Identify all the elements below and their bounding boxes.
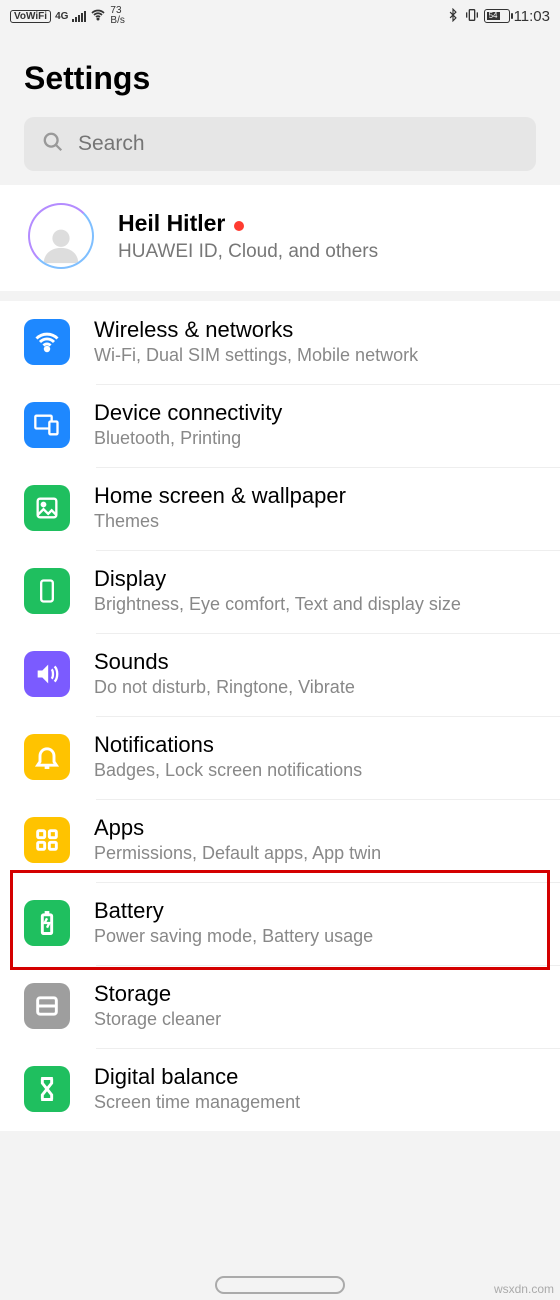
row-sub: Badges, Lock screen notifications xyxy=(94,760,540,781)
row-sub: Power saving mode, Battery usage xyxy=(94,926,540,947)
search-bar[interactable] xyxy=(24,117,536,171)
nav-pill-icon xyxy=(215,1276,345,1294)
row-sub: Themes xyxy=(94,511,540,532)
row-storage[interactable]: Storage Storage cleaner xyxy=(0,965,560,1048)
devices-icon xyxy=(24,402,70,448)
profile-name: Heil Hitler xyxy=(118,210,225,237)
bell-icon xyxy=(24,734,70,780)
row-apps[interactable]: Apps Permissions, Default apps, App twin xyxy=(0,799,560,882)
page-title: Settings xyxy=(24,60,536,97)
row-sub: Brightness, Eye comfort, Text and displa… xyxy=(94,594,540,615)
vowifi-badge: VoWiFi xyxy=(10,10,51,23)
row-home-wallpaper[interactable]: Home screen & wallpaper Themes xyxy=(0,467,560,550)
apps-icon xyxy=(24,817,70,863)
hourglass-icon xyxy=(24,1066,70,1112)
bluetooth-icon xyxy=(446,8,460,25)
row-sub: Storage cleaner xyxy=(94,1009,540,1030)
battery-icon: 54 xyxy=(484,9,510,23)
search-input[interactable] xyxy=(78,132,518,156)
page-header: Settings xyxy=(0,32,560,117)
row-sub: Wi-Fi, Dual SIM settings, Mobile network xyxy=(94,345,540,366)
row-sub: Bluetooth, Printing xyxy=(94,428,540,449)
notification-dot-icon xyxy=(234,221,244,231)
row-title: Battery xyxy=(94,898,540,924)
wifi-icon xyxy=(24,319,70,365)
row-title: Device connectivity xyxy=(94,400,540,426)
status-bar: VoWiFi 4G 73 B/s 54 11:03 xyxy=(0,0,560,32)
display-icon xyxy=(24,568,70,614)
row-display[interactable]: Display Brightness, Eye comfort, Text an… xyxy=(0,550,560,633)
row-wireless[interactable]: Wireless & networks Wi-Fi, Dual SIM sett… xyxy=(0,301,560,384)
status-right: 54 11:03 xyxy=(446,7,550,26)
profile-sub: HUAWEI ID, Cloud, and others xyxy=(118,241,540,263)
row-battery[interactable]: Battery Power saving mode, Battery usage xyxy=(0,882,560,965)
row-title: Display xyxy=(94,566,540,592)
battery-icon xyxy=(24,900,70,946)
profile-text: Heil Hitler HUAWEI ID, Cloud, and others xyxy=(118,210,540,263)
profile-row[interactable]: Heil Hitler HUAWEI ID, Cloud, and others xyxy=(0,185,560,291)
row-title: Storage xyxy=(94,981,540,1007)
search-icon xyxy=(42,131,64,158)
network-label: 4G xyxy=(55,11,68,22)
net-speed: 73 B/s xyxy=(110,6,124,26)
row-title: Home screen & wallpaper xyxy=(94,483,540,509)
status-left: VoWiFi 4G 73 B/s xyxy=(10,6,125,26)
row-title: Notifications xyxy=(94,732,540,758)
sound-icon xyxy=(24,651,70,697)
row-title: Wireless & networks xyxy=(94,317,540,343)
row-sub: Screen time management xyxy=(94,1092,540,1113)
signal-icon xyxy=(72,10,86,22)
row-title: Sounds xyxy=(94,649,540,675)
settings-list: Wireless & networks Wi-Fi, Dual SIM sett… xyxy=(0,301,560,1131)
row-sounds[interactable]: Sounds Do not disturb, Ringtone, Vibrate xyxy=(0,633,560,716)
row-notifications[interactable]: Notifications Badges, Lock screen notifi… xyxy=(0,716,560,799)
avatar xyxy=(28,203,94,269)
storage-icon xyxy=(24,983,70,1029)
wallpaper-icon xyxy=(24,485,70,531)
clock: 11:03 xyxy=(514,8,550,25)
row-title: Digital balance xyxy=(94,1064,540,1090)
row-title: Apps xyxy=(94,815,540,841)
row-device-connectivity[interactable]: Device connectivity Bluetooth, Printing xyxy=(0,384,560,467)
row-digital-balance[interactable]: Digital balance Screen time management xyxy=(0,1048,560,1131)
watermark: wsxdn.com xyxy=(494,1282,554,1296)
row-sub: Permissions, Default apps, App twin xyxy=(94,843,540,864)
wifi-status-icon xyxy=(90,7,106,26)
gesture-nav-bar[interactable] xyxy=(0,1276,560,1294)
row-sub: Do not disturb, Ringtone, Vibrate xyxy=(94,677,540,698)
vibrate-icon xyxy=(464,7,480,26)
